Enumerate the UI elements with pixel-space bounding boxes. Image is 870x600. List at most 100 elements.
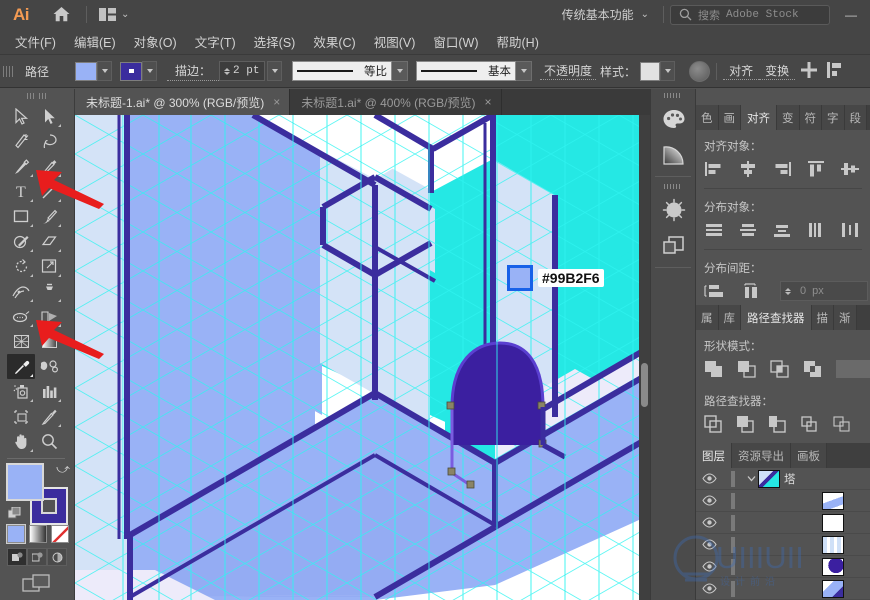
- stroke-weight-stepper[interactable]: [224, 67, 231, 75]
- eye-icon[interactable]: [696, 473, 722, 484]
- lock-column[interactable]: [722, 558, 744, 575]
- lock-column[interactable]: [722, 514, 744, 531]
- stroke-swatch-button[interactable]: [120, 61, 143, 81]
- opacity-label[interactable]: 不透明度: [540, 62, 597, 80]
- lock-column[interactable]: [722, 492, 744, 509]
- menu-view[interactable]: 视图(V): [365, 29, 425, 54]
- width-profile-select[interactable]: 等比: [292, 61, 393, 81]
- paintbrush-tool[interactable]: [35, 204, 63, 229]
- trim-icon[interactable]: [736, 414, 756, 434]
- outline-icon[interactable]: [832, 414, 852, 434]
- fill-dropdown-button[interactable]: [97, 61, 113, 81]
- layer-row[interactable]: [696, 578, 870, 600]
- direct-selection-tool[interactable]: [35, 104, 63, 129]
- chevron-down-icon[interactable]: [744, 475, 758, 482]
- align-vertical-center-icon[interactable]: [840, 159, 860, 179]
- layer-row[interactable]: [696, 534, 870, 556]
- vertical-scrollbar[interactable]: [639, 115, 650, 600]
- type-tool[interactable]: T: [7, 179, 35, 204]
- distribute-horizontal-left-icon[interactable]: [806, 220, 826, 240]
- menu-effect[interactable]: 效果(C): [304, 29, 364, 54]
- eye-icon[interactable]: [696, 517, 722, 528]
- distribute-vertical-top-icon[interactable]: [704, 220, 724, 240]
- menu-help[interactable]: 帮助(H): [488, 29, 548, 54]
- blend-tool[interactable]: [35, 354, 63, 379]
- align-right-icon[interactable]: [772, 159, 792, 179]
- control-bar-grip[interactable]: [3, 61, 13, 81]
- tab-brushes[interactable]: 画: [718, 105, 741, 130]
- eraser-tool[interactable]: [35, 229, 63, 254]
- lock-column[interactable]: [722, 580, 744, 597]
- style-dropdown-button[interactable]: [660, 61, 676, 81]
- width-profile-dropdown[interactable]: [392, 61, 409, 81]
- layers-panel-icon[interactable]: [651, 228, 697, 264]
- color-mode-button[interactable]: [6, 524, 26, 544]
- stroke-weight-dropdown[interactable]: [267, 61, 283, 81]
- tab-asset-export[interactable]: 资源导出: [732, 443, 791, 468]
- eye-icon[interactable]: [696, 539, 722, 550]
- draw-inside-button[interactable]: [47, 548, 67, 566]
- document-tab-1[interactable]: 未标题-1.ai* @ 300% (RGB/预览) ×: [75, 89, 291, 115]
- selection-tool[interactable]: [7, 104, 35, 129]
- gradient-tool[interactable]: [35, 329, 63, 354]
- rotate-tool[interactable]: [7, 254, 35, 279]
- align-top-icon[interactable]: [806, 159, 826, 179]
- distribute-vertical-center-icon[interactable]: [738, 220, 758, 240]
- transform-button[interactable]: 变换: [759, 62, 796, 80]
- mesh-tool[interactable]: [7, 329, 35, 354]
- tab-character[interactable]: 字: [822, 105, 845, 130]
- stroke-dropdown-button[interactable]: [142, 61, 158, 81]
- exclude-icon[interactable]: [803, 359, 823, 379]
- free-transform-tool[interactable]: [35, 279, 63, 304]
- layer-name[interactable]: 塔: [784, 471, 796, 487]
- dock-grip[interactable]: [651, 89, 695, 101]
- draw-normal-button[interactable]: [7, 548, 27, 566]
- document-canvas[interactable]: #99B2F6: [75, 115, 650, 600]
- stroke-weight-field[interactable]: 2 pt: [219, 61, 266, 81]
- tab-stroke[interactable]: 描: [811, 305, 834, 330]
- eye-icon[interactable]: [696, 583, 722, 594]
- swap-fill-stroke-icon[interactable]: ⤻: [56, 461, 70, 477]
- lasso-tool[interactable]: [35, 129, 63, 154]
- shaper-tool[interactable]: [7, 229, 35, 254]
- color-panel-icon[interactable]: [651, 101, 697, 137]
- eye-icon[interactable]: [696, 495, 722, 506]
- eye-icon[interactable]: [696, 561, 722, 572]
- pen-tool[interactable]: [7, 154, 35, 179]
- lock-column[interactable]: [722, 536, 744, 553]
- document-tab-2[interactable]: 未标题1.ai* @ 400% (RGB/预览) ×: [290, 89, 502, 115]
- tab-layers[interactable]: 图层: [696, 443, 732, 468]
- menu-edit[interactable]: 编辑(E): [65, 29, 125, 54]
- none-mode-button[interactable]: [51, 525, 69, 543]
- unite-icon[interactable]: [704, 359, 724, 379]
- horizontal-distribute-space-icon[interactable]: [742, 281, 762, 301]
- layer-row[interactable]: [696, 490, 870, 512]
- default-fill-stroke-icon[interactable]: [7, 506, 21, 520]
- menu-window[interactable]: 窗口(W): [424, 29, 487, 54]
- magic-wand-tool[interactable]: [7, 129, 35, 154]
- lock-column[interactable]: [722, 470, 744, 487]
- merge-icon[interactable]: [768, 414, 788, 434]
- layer-row[interactable]: [696, 512, 870, 534]
- perspective-grid-tool[interactable]: [35, 304, 63, 329]
- symbol-sprayer-tool[interactable]: [7, 379, 35, 404]
- tools-panel-grip[interactable]: [0, 89, 74, 102]
- close-icon[interactable]: ×: [484, 95, 491, 109]
- brushes-panel-icon[interactable]: [651, 192, 697, 228]
- intersect-icon[interactable]: [770, 359, 790, 379]
- graphic-style-swatch[interactable]: [640, 61, 661, 81]
- eyedropper-tool[interactable]: [7, 354, 35, 379]
- menu-select[interactable]: 选择(S): [245, 29, 305, 54]
- width-tool[interactable]: [7, 279, 35, 304]
- align-grid-icon[interactable]: [801, 61, 818, 81]
- recolor-artwork-icon[interactable]: [689, 60, 711, 82]
- tab-align[interactable]: 对齐: [741, 105, 777, 130]
- expand-button[interactable]: [836, 360, 870, 378]
- distribute-icon[interactable]: [827, 61, 843, 81]
- gradient-panel-icon[interactable]: [651, 137, 697, 173]
- distribute-horizontal-center-icon[interactable]: [840, 220, 860, 240]
- fill-swatch-button[interactable]: [75, 61, 98, 81]
- hand-tool[interactable]: [7, 429, 35, 454]
- tab-symbols[interactable]: 符: [799, 105, 822, 130]
- distribute-vertical-bottom-icon[interactable]: [772, 220, 792, 240]
